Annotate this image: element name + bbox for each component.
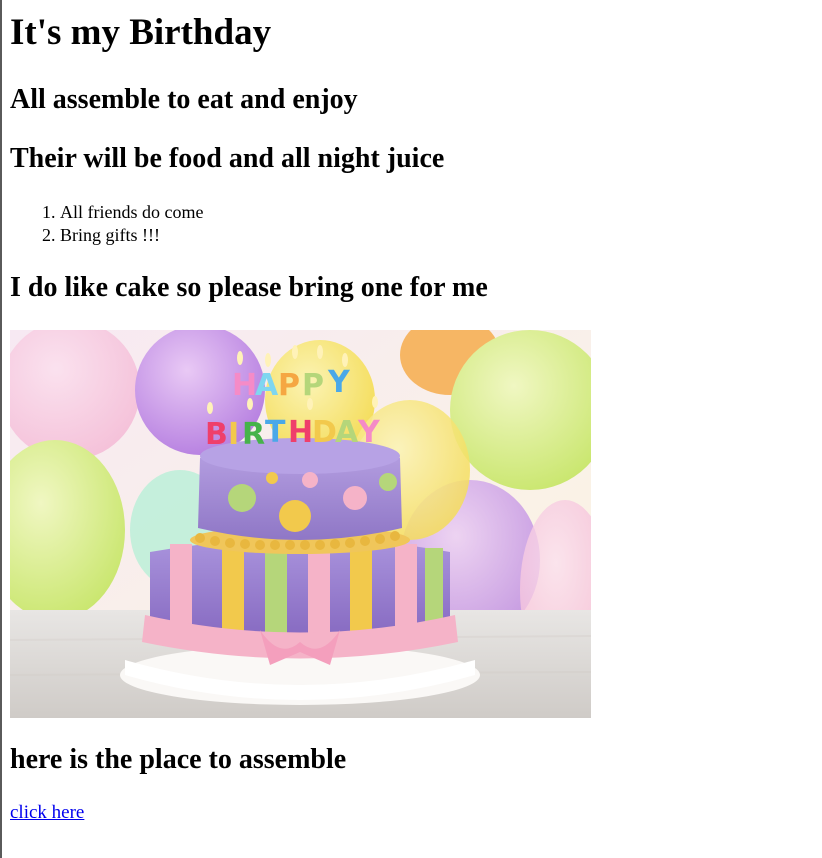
svg-text:Y: Y [357,415,381,450]
svg-text:Y: Y [327,365,351,400]
svg-text:T: T [265,415,286,450]
svg-text:R: R [242,417,265,452]
list-item: Bring gifts !!! [60,224,203,247]
list-item: All friends do come [60,201,203,224]
subtitle-assemble: All assemble to eat and enjoy [10,84,358,115]
info-list: All friends do come Bring gifts !!! [10,201,203,247]
svg-text:A: A [335,415,359,450]
cake-heading: I do like cake so please bring one for m… [10,272,488,303]
page-title: It's my Birthday [10,12,272,53]
birthday-cake-image: H A P P Y B I R T H D A Y [10,330,591,718]
svg-text:D: D [312,415,337,450]
svg-text:B: B [205,417,228,452]
svg-text:H: H [232,368,257,403]
svg-text:P: P [278,368,300,403]
subtitle-food: Their will be food and all night juice [10,143,445,174]
click-here-link[interactable]: click here [10,802,84,824]
place-heading: here is the place to assemble [10,744,347,775]
svg-text:A: A [255,368,279,403]
svg-text:P: P [302,368,324,403]
svg-text:H: H [288,415,313,450]
svg-text:I: I [228,417,239,452]
